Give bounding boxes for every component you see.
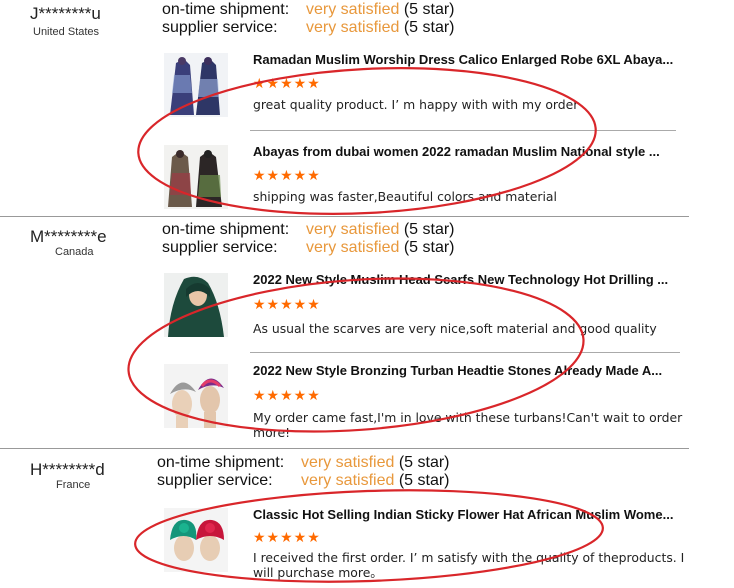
product-thumbnail[interactable] [164,364,228,428]
buyer-name: H********d [30,460,105,479]
review-comment: I received the first order. I’ m satisfy… [253,550,685,580]
flower-hat-image [164,508,228,572]
supplier-star: (5 star) [403,19,455,36]
supplier-rating: supplier service: very satisfied (5 star) [157,472,450,490]
product-title[interactable]: 2022 New Style Bronzing Turban Headtie S… [253,363,685,378]
review-comment: My order came fast,I'm in love with thes… [253,410,683,440]
item-divider [250,130,676,131]
review-divider [0,216,689,217]
star-rating: ★★★★★ [253,75,321,91]
supplier-value: very satisfied [301,472,395,489]
shipment-star: (5 star) [403,1,455,18]
product-title[interactable]: Ramadan Muslim Worship Dress Calico Enla… [253,52,685,67]
shipment-label: on-time shipment: [157,454,285,471]
product-thumbnail[interactable] [164,273,228,337]
buyer-name: J********u [30,4,101,23]
buyer-country: United States [33,26,100,38]
supplier-label: supplier service: [162,19,278,36]
shipment-value: very satisfied [301,454,395,471]
shipment-star: (5 star) [403,221,455,238]
review-comment: shipping was faster,Beautiful colors and… [253,189,557,204]
shipment-rating: on-time shipment: very satisfied (5 star) [157,454,450,472]
shipment-rating: on-time shipment: very satisfied (5 star) [162,221,455,239]
shipment-label: on-time shipment: [162,1,290,18]
shipment-star: (5 star) [398,454,450,471]
product-title[interactable]: Abayas from dubai women 2022 ramadan Mus… [253,144,685,159]
abaya-image [164,145,228,209]
review-divider [0,448,689,449]
supplier-star: (5 star) [403,239,455,256]
supplier-value: very satisfied [306,239,400,256]
star-rating: ★★★★★ [253,529,321,545]
product-thumbnail[interactable] [164,53,228,117]
annotation-overlay [127,67,604,583]
review-comment: As usual the scarves are very nice,soft … [253,321,657,336]
supplier-label: supplier service: [162,239,278,256]
supplier-rating: supplier service: very satisfied (5 star) [162,19,455,37]
buyer-country: France [56,479,91,491]
review-comment: great quality product. I’ m happy with w… [253,97,579,112]
product-thumbnail[interactable] [164,508,228,572]
product-title[interactable]: Classic Hot Selling Indian Sticky Flower… [253,507,685,522]
supplier-label: supplier service: [157,472,273,489]
shipment-value: very satisfied [306,1,400,18]
item-divider [250,352,680,353]
product-thumbnail[interactable] [164,145,228,209]
star-rating: ★★★★★ [253,387,321,403]
shipment-label: on-time shipment: [162,221,290,238]
shipment-value: very satisfied [306,221,400,238]
buyer-country: Canada [55,246,94,258]
buyer-name: M********e [30,227,107,246]
supplier-star: (5 star) [398,472,450,489]
turban-image [164,364,228,428]
star-rating: ★★★★★ [253,296,321,312]
supplier-rating: supplier service: very satisfied (5 star) [162,239,455,257]
shipment-rating: on-time shipment: very satisfied (5 star) [162,1,455,19]
supplier-value: very satisfied [306,19,400,36]
product-title[interactable]: 2022 New Style Muslim Head Scarfs New Te… [253,272,685,287]
star-rating: ★★★★★ [253,167,321,183]
abaya-image [164,53,228,117]
scarf-image [164,273,228,337]
